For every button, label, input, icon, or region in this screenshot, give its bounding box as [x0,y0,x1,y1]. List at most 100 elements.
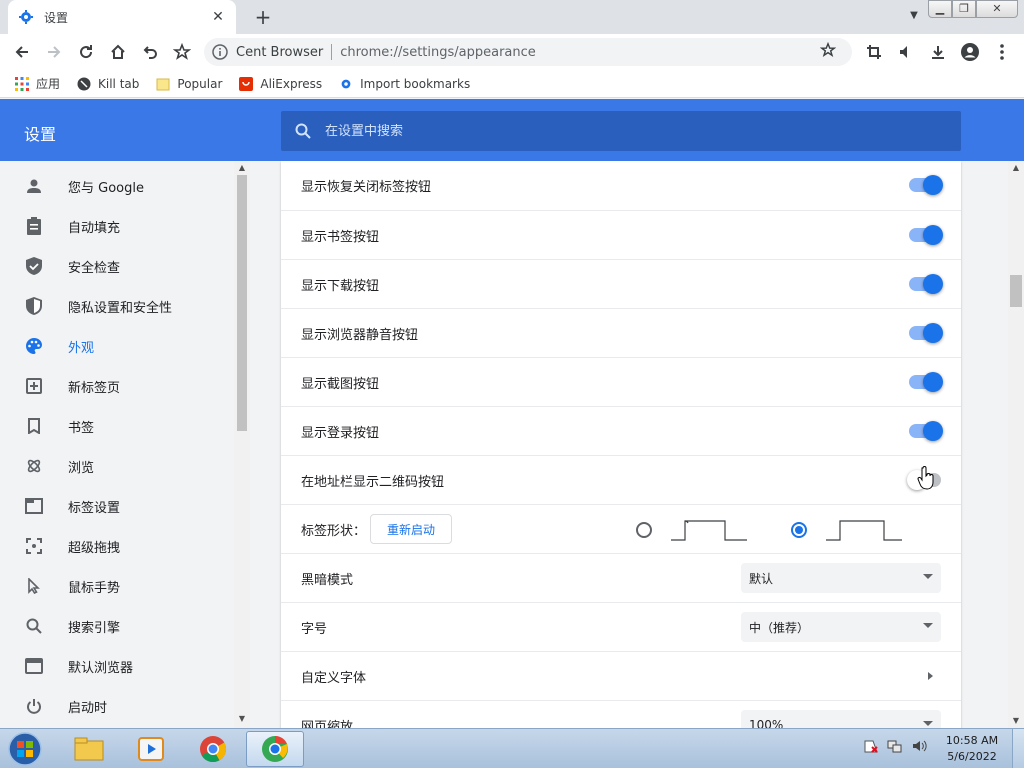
taskbar-explorer[interactable] [60,731,118,767]
relaunch-button[interactable]: 重新启动 [370,514,453,544]
tab-shape-radio-1[interactable] [636,522,652,538]
main-scroll-thumb[interactable] [1010,275,1022,307]
scroll-down-icon[interactable]: ▼ [234,712,250,726]
bookmark-label: AliExpress [260,76,323,91]
toggle-row[interactable]: 在地址栏显示二维码按钮 [281,455,961,504]
toggle-switch[interactable] [909,274,943,294]
restore-button[interactable]: ❐ [952,0,976,18]
bookmark-label: Import bookmarks [360,76,471,91]
sidebar-item-autofill[interactable]: 自动填充 [0,206,234,246]
sidebar-item-tab-settings[interactable]: 标签设置 [0,486,234,526]
search-input[interactable] [325,123,925,139]
shield-check-icon [24,256,44,276]
bookmark-popular[interactable]: Popular [155,76,222,92]
close-tab-icon[interactable]: ✕ [210,9,226,25]
taskbar-clock[interactable]: 10:58 AM 5/6/2022 [944,733,1000,765]
custom-fonts-row[interactable]: 自定义字体 [281,651,961,700]
toggle-switch[interactable] [909,225,943,245]
menu-icon[interactable] [992,42,1012,62]
forward-icon[interactable] [44,42,64,62]
row-label: 显示恢复关闭标签按钮 [301,180,432,195]
action-center-icon[interactable] [862,737,880,755]
back-icon[interactable] [12,42,32,62]
toggle-switch[interactable] [909,175,943,195]
row-label: 显示浏览器静音按钮 [301,327,419,343]
scroll-down-icon[interactable]: ▼ [1008,714,1024,728]
toggle-row[interactable]: 显示截图按钮 [281,357,961,406]
sidebar-item-safety-check[interactable]: 安全检查 [0,246,234,286]
tab-shape-classic-icon [826,520,902,541]
sidebar-item-bookmarks[interactable]: 书签 [0,406,234,446]
sidebar-item-default-browser[interactable]: 默认浏览器 [0,646,234,686]
sidebar-item-browse[interactable]: 浏览 [0,446,234,486]
taskbar-media-player[interactable] [122,731,180,767]
aliexpress-icon [238,76,254,92]
sidebar-item-appearance[interactable]: 外观 [0,326,234,366]
font-size-value: 中（推荐） [749,620,810,635]
address-bar[interactable]: Cent Browser chrome://settings/appearanc… [204,38,852,66]
chrome-icon [200,736,227,763]
scroll-up-icon[interactable]: ▲ [1008,161,1024,175]
reload-icon[interactable] [76,42,96,62]
home-icon[interactable] [108,42,128,62]
page-zoom-label: 网页缩放 [301,719,354,729]
tab-settings[interactable]: 设置 ✕ [8,0,236,34]
network-icon[interactable] [886,737,904,755]
undo-close-tab-icon[interactable] [140,42,160,62]
sidebar-item-new-tab-page[interactable]: 新标签页 [0,366,234,406]
taskbar-cent-browser[interactable] [246,731,304,767]
window-close-button[interactable]: ✕ [976,0,1018,18]
cent-browser-icon [262,736,288,762]
sidebar-item-super-drag[interactable]: 超级拖拽 [0,526,234,566]
toggle-row[interactable]: 显示浏览器静音按钮 [281,308,961,357]
clipboard-icon [24,216,44,236]
gear-icon [338,76,354,92]
omnibox-url[interactable]: chrome://settings/appearance [340,45,820,60]
main-scrollbar[interactable]: ▲ ▼ [1008,161,1024,728]
font-size-select[interactable]: 中（推荐） [741,612,941,642]
toggle-row[interactable]: 显示书签按钮 [281,210,961,259]
sidebar-item-search-engine[interactable]: 搜索引擎 [0,606,234,646]
sidebar-scroll-thumb[interactable] [237,175,247,431]
folder-icon [155,76,171,92]
chevron-down-icon [923,574,933,579]
page-zoom-select[interactable]: 100% [741,710,941,728]
toolbar: Cent Browser chrome://settings/appearanc… [0,34,1024,70]
sidebar-scrollbar[interactable]: ▲ ▼ [234,161,250,728]
screenshot-icon[interactable] [864,42,884,62]
sidebar-item-mouse-gestures[interactable]: 鼠标手势 [0,566,234,606]
sidebar-item-label: 隐私设置和安全性 [68,300,173,316]
dark-mode-select[interactable]: 默认 [741,563,941,593]
sidebar-item-privacy[interactable]: 隐私设置和安全性 [0,286,234,326]
tab-shape-radio-2[interactable] [791,522,807,538]
toggle-switch[interactable] [909,372,943,392]
bookmark-star-icon[interactable] [172,42,192,62]
scroll-up-icon[interactable]: ▲ [234,161,250,175]
appearance-card: 显示恢复关闭标签按钮 显示书签按钮 显示下载按钮 显示浏览器静音按钮 显示截图按… [281,161,961,728]
bookmark-import[interactable]: Import bookmarks [338,76,470,92]
toggle-row[interactable]: 显示恢复关闭标签按钮 [281,161,961,210]
account-icon[interactable] [960,42,980,62]
bookmark-aliexpress[interactable]: AliExpress [238,76,322,92]
tab-list-dropdown-icon[interactable]: ▼ [906,10,922,26]
taskbar-chrome[interactable] [184,731,242,767]
start-button[interactable] [4,731,46,767]
sidebar-item-on-startup[interactable]: 启动时 [0,686,234,726]
star-icon[interactable] [819,41,840,62]
settings-search[interactable] [281,111,961,151]
toggle-switch[interactable] [909,421,943,441]
toggle-row[interactable]: 显示登录按钮 [281,406,961,455]
info-icon [212,44,228,60]
minimize-button[interactable]: ▁ [928,0,952,18]
bookmark-apps[interactable]: 应用 [14,75,60,92]
show-desktop-button[interactable] [1012,729,1024,768]
new-tab-button[interactable]: + [252,6,274,28]
apps-grid-icon [14,76,30,92]
toggle-switch[interactable] [909,323,943,343]
download-icon[interactable] [928,42,948,62]
toggle-row[interactable]: 显示下载按钮 [281,259,961,308]
sidebar-item-you-and-google[interactable]: 您与 Google [0,166,234,206]
mute-icon[interactable] [896,42,916,62]
volume-icon[interactable] [910,737,928,755]
bookmark-kill-tab[interactable]: Kill tab [76,76,139,92]
